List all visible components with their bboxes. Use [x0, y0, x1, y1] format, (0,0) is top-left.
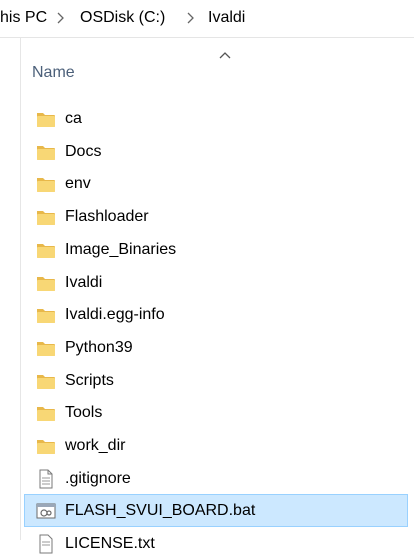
- breadcrumb-item-this-pc[interactable]: his PC: [0, 8, 47, 28]
- folder-icon: [36, 305, 56, 325]
- file-name-label: Tools: [65, 404, 103, 422]
- file-row[interactable]: work_dir: [24, 429, 408, 462]
- text-file-icon: [36, 534, 56, 554]
- folder-icon: [36, 436, 56, 456]
- file-row[interactable]: Docs: [24, 135, 408, 168]
- batch-file-icon: [36, 501, 56, 521]
- file-row[interactable]: Tools: [24, 396, 408, 429]
- file-row[interactable]: Ivaldi: [24, 266, 408, 299]
- file-row[interactable]: ca: [24, 102, 408, 135]
- document-icon: [36, 469, 56, 489]
- file-name-label: Flashloader: [65, 208, 149, 226]
- chevron-right-icon: [187, 12, 194, 24]
- file-name-label: env: [65, 175, 91, 193]
- file-name-label: LICENSE.txt: [65, 535, 155, 553]
- folder-icon: [36, 109, 56, 129]
- file-name-label: Ivaldi.egg-info: [65, 306, 165, 324]
- sort-ascending-icon: [219, 52, 231, 59]
- file-name-label: Docs: [65, 142, 102, 160]
- file-name-label: .gitignore: [65, 469, 131, 487]
- file-name-label: Image_Binaries: [65, 240, 177, 258]
- file-row[interactable]: Python39: [24, 331, 408, 364]
- folder-icon: [36, 174, 56, 194]
- folder-icon: [36, 338, 56, 358]
- file-row[interactable]: env: [24, 167, 408, 200]
- file-row[interactable]: Flashloader: [24, 200, 408, 233]
- file-name-label: Python39: [65, 338, 133, 356]
- folder-icon: [36, 403, 56, 423]
- folder-icon: [36, 371, 56, 391]
- folder-icon: [36, 142, 56, 162]
- breadcrumb-item-ivaldi[interactable]: Ivaldi: [208, 8, 245, 28]
- chevron-right-icon: [57, 12, 64, 24]
- file-name-label: ca: [65, 110, 82, 127]
- pane-divider: [20, 38, 21, 540]
- file-row[interactable]: Image_Binaries: [24, 233, 408, 266]
- file-row[interactable]: Ivaldi.egg-info: [24, 298, 408, 331]
- file-name-label: FLASH_SVUI_BOARD.bat: [65, 502, 256, 520]
- file-row[interactable]: .gitignore: [24, 462, 408, 495]
- file-row[interactable]: FLASH_SVUI_BOARD.bat: [24, 494, 408, 528]
- file-name-label: Scripts: [65, 371, 114, 389]
- address-bar[interactable]: his PC OSDisk (C:) Ivaldi: [0, 0, 414, 38]
- file-row[interactable]: Scripts: [24, 364, 408, 397]
- breadcrumb-item-osdisk[interactable]: OSDisk (C:): [80, 8, 165, 28]
- file-name-label: Ivaldi: [65, 273, 103, 291]
- column-header-name[interactable]: Name: [32, 64, 75, 82]
- folder-icon: [36, 273, 56, 293]
- file-name-label: work_dir: [65, 437, 126, 454]
- folder-icon: [36, 207, 56, 227]
- folder-icon: [36, 240, 56, 260]
- file-row[interactable]: LICENSE.txt: [24, 527, 408, 560]
